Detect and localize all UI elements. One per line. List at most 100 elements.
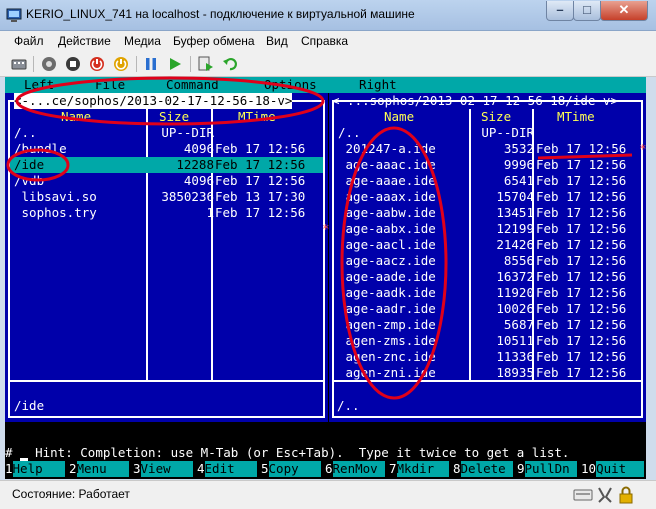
right-panel-path[interactable]: <-...sophos/2013-02-17-12-56-18/ide-v> [332, 93, 618, 109]
left-file-row[interactable]: sophos.try 1 Feb 17 12:56 [10, 205, 323, 221]
right-file-row[interactable]: age-aacz.ide 8556 Feb 17 12:56 [334, 253, 641, 269]
file-name: /.. [14, 125, 37, 140]
window-title: KERIO_LINUX_741 на localhost - подключен… [26, 7, 415, 21]
right-file-row[interactable]: age-aaae.ide 6541 Feb 17 12:56 [334, 173, 641, 189]
fkey-number: 2 [69, 461, 77, 476]
close-button[interactable]: ✕ [600, 1, 648, 21]
minimize-button[interactable]: – [546, 1, 574, 21]
mc-menu-command[interactable]: Command [166, 77, 219, 93]
file-name: sophos.try [14, 205, 97, 220]
fkey-3[interactable]: 3View [133, 461, 193, 477]
right-header-size[interactable]: Size [481, 109, 511, 124]
file-size: 10511 [496, 333, 534, 348]
fkey-2[interactable]: 2Menu [69, 461, 129, 477]
file-name: agen-zms.ide [338, 333, 436, 348]
revert-icon[interactable] [221, 55, 239, 73]
right-header-name[interactable]: Name [384, 109, 414, 124]
lock-icon [619, 486, 633, 504]
file-size: 12288 [176, 157, 214, 172]
file-size: 3532 [503, 141, 534, 156]
file-name: /vdb [14, 173, 45, 188]
left-file-row[interactable]: /.. UP--DIR [10, 125, 323, 141]
snapshot-icon[interactable] [197, 55, 215, 73]
fkey-label: Menu [76, 461, 129, 477]
right-file-row[interactable]: agen-zms.ide 10511 Feb 17 12:56 [334, 333, 641, 349]
pause-icon[interactable] [142, 55, 160, 73]
right-file-row[interactable]: age-aade.ide 16372 Feb 17 12:56 [334, 269, 641, 285]
file-mtime: Feb 17 12:56 [536, 285, 627, 300]
menu-view[interactable]: Вид [266, 34, 288, 48]
fkey-5[interactable]: 5Copy [261, 461, 321, 477]
left-header-size[interactable]: Size [159, 109, 189, 124]
right-file-row[interactable]: age-aabw.ide 13451 Feb 17 12:56 [334, 205, 641, 221]
fkey-number: 10 [581, 461, 597, 476]
left-file-row[interactable]: /bundle 4096 Feb 17 12:56 [10, 141, 323, 157]
right-file-row[interactable]: agen-znc.ide 11336 Feb 17 12:56 [334, 349, 641, 365]
vm-connection-icon [6, 8, 22, 22]
ctrl-alt-del-icon[interactable] [10, 55, 28, 73]
resume-icon[interactable] [166, 55, 184, 73]
vm-screen[interactable]: Left File Command Options Right <-...ce/… [5, 77, 646, 479]
maximize-button[interactable]: □ [573, 1, 601, 21]
right-file-row[interactable]: 201247-a.ide 3532 Feb 17 12:56 [334, 141, 641, 157]
right-file-row[interactable]: /.. UP--DIR [334, 125, 641, 141]
right-file-row[interactable]: age-aaax.ide 15704 Feb 17 12:56 [334, 189, 641, 205]
fkey-9[interactable]: 9PullDn [517, 461, 577, 477]
file-size: 9996 [503, 157, 534, 172]
fkey-number: 4 [197, 461, 205, 476]
function-key-bar: 1Help 2Menu 3View 4Edit 5Copy 6RenMov 7Mkdir 8D… [5, 461, 646, 477]
right-scroll-marker: * [639, 141, 646, 156]
file-size: 18935 [496, 365, 534, 380]
fkey-4[interactable]: 4Edit [197, 461, 257, 477]
keyboard-icon [573, 489, 593, 501]
right-file-row[interactable]: age-aabx.ide 12199 Feb 17 12:56 [334, 221, 641, 237]
shell-prompt[interactable]: # [5, 445, 646, 461]
fkey-1[interactable]: 1Help [5, 461, 65, 477]
menu-clipboard[interactable]: Буфер обмена [173, 34, 255, 48]
right-file-row[interactable]: age-aaac.ide 9996 Feb 17 12:56 [334, 157, 641, 173]
left-panel[interactable]: <-...ce/sophos/2013-02-17-12-56-18-v> Na… [5, 93, 328, 422]
file-mtime: Feb 17 12:56 [536, 141, 627, 156]
window-titlebar[interactable]: KERIO_LINUX_741 на localhost - подключен… [0, 0, 656, 31]
right-file-row[interactable]: age-aadk.ide 11920 Feb 17 12:56 [334, 285, 641, 301]
left-file-row[interactable]: /ide 12288 Feb 17 12:56 [10, 157, 323, 173]
mc-menu-left[interactable]: Left [24, 77, 54, 93]
shutdown-icon[interactable] [88, 55, 106, 73]
right-header-mtime[interactable]: MTime [557, 109, 595, 124]
right-file-row[interactable]: age-aacl.ide 21426 Feb 17 12:56 [334, 237, 641, 253]
fkey-7[interactable]: 7Mkdir [389, 461, 449, 477]
mc-menu-options[interactable]: Options [264, 77, 317, 93]
right-file-row[interactable]: age-aadr.ide 10026 Feb 17 12:56 [334, 301, 641, 317]
file-mtime: Feb 13 17:30 [215, 189, 306, 204]
file-size: 10026 [496, 301, 534, 316]
menu-help[interactable]: Справка [301, 34, 348, 48]
file-size: 21426 [496, 237, 534, 252]
menu-action[interactable]: Действие [58, 34, 111, 48]
left-panel-path[interactable]: <-...ce/sophos/2013-02-17-12-56-18-v> [14, 93, 293, 109]
fkey-number: 6 [325, 461, 333, 476]
fkey-number: 5 [261, 461, 269, 476]
right-file-row[interactable]: agen-zni.ide 18935 Feb 17 12:56 [334, 365, 641, 381]
file-size: 4096 [183, 173, 214, 188]
right-panel[interactable]: <-...sophos/2013-02-17-12-56-18/ide-v> N… [329, 93, 646, 422]
left-file-row[interactable]: libsavi.so 3850236 Feb 13 17:30 [10, 189, 323, 205]
menu-media[interactable]: Медиа [124, 34, 161, 48]
left-header-mtime[interactable]: MTime [238, 109, 276, 124]
file-size: 6541 [503, 173, 534, 188]
fkey-label: Quit [596, 461, 645, 477]
mc-menu-file[interactable]: File [95, 77, 125, 93]
file-size: 11920 [496, 285, 534, 300]
fkey-8[interactable]: 8Delete [453, 461, 513, 477]
menu-file[interactable]: Файл [14, 34, 44, 48]
left-file-row[interactable]: /vdb 4096 Feb 17 12:56 [10, 173, 323, 189]
stop-icon[interactable] [64, 55, 82, 73]
fkey-6[interactable]: 6RenMov [325, 461, 385, 477]
start-icon[interactable] [40, 55, 58, 73]
file-name: /ide [14, 157, 45, 172]
left-header-name[interactable]: Name [61, 109, 91, 124]
fkey-10[interactable]: 10Quit [581, 461, 645, 477]
right-file-row[interactable]: agen-zmp.ide 5687 Feb 17 12:56 [334, 317, 641, 333]
power-icon[interactable] [112, 55, 130, 73]
file-mtime: Feb 17 12:56 [215, 157, 306, 172]
mc-menu-right[interactable]: Right [359, 77, 397, 93]
